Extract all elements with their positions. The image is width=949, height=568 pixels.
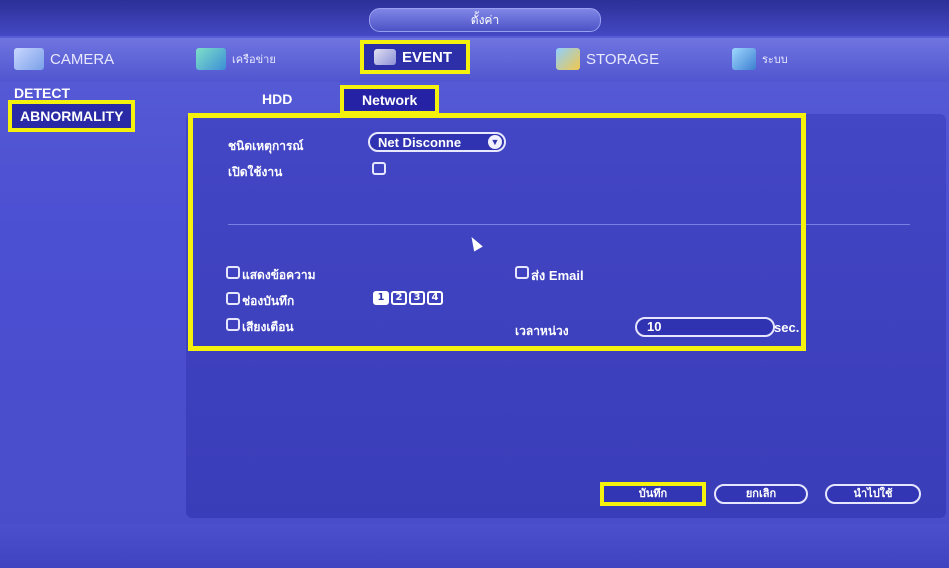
menu-item-label: เครือข่าย [232, 54, 276, 66]
top-menu-bar: CAMERA เครือข่าย EVENT STORAGE ระบบ [0, 38, 949, 82]
tab-network[interactable]: Network [340, 85, 440, 115]
storage-icon [556, 48, 580, 70]
camera-icon [14, 48, 44, 70]
bottom-bar [0, 524, 949, 568]
tab-hdd[interactable]: HDD [244, 88, 310, 110]
sidebar-item-abnormality[interactable]: ABNORMALITY [8, 100, 136, 132]
menu-item-label: EVENT [402, 48, 453, 66]
highlight-box [188, 113, 806, 351]
save-button[interactable]: บันทึก [600, 482, 706, 506]
cancel-button[interactable]: ยกเลิก [714, 484, 808, 504]
sidebar-item-detect[interactable]: DETECT [14, 85, 70, 101]
menu-item-camera[interactable]: CAMERA [14, 44, 114, 74]
screen: ตั้งค่า CAMERA เครือข่าย EVENT STORAGE ร… [0, 0, 949, 568]
menu-item-label: CAMERA [50, 50, 115, 68]
apply-button[interactable]: นำไปใช้ [825, 484, 921, 504]
menu-item-label: STORAGE [586, 50, 660, 68]
event-icon [374, 49, 396, 65]
network-icon [196, 48, 226, 70]
title-bar: ตั้งค่า [0, 0, 949, 36]
menu-item-system[interactable]: ระบบ [732, 44, 788, 74]
menu-item-storage[interactable]: STORAGE [556, 44, 659, 74]
menu-item-event[interactable]: EVENT [360, 40, 471, 74]
window-title: ตั้งค่า [369, 8, 601, 32]
menu-item-network[interactable]: เครือข่าย [196, 44, 276, 74]
menu-item-label: ระบบ [762, 54, 788, 66]
system-icon [732, 48, 756, 70]
